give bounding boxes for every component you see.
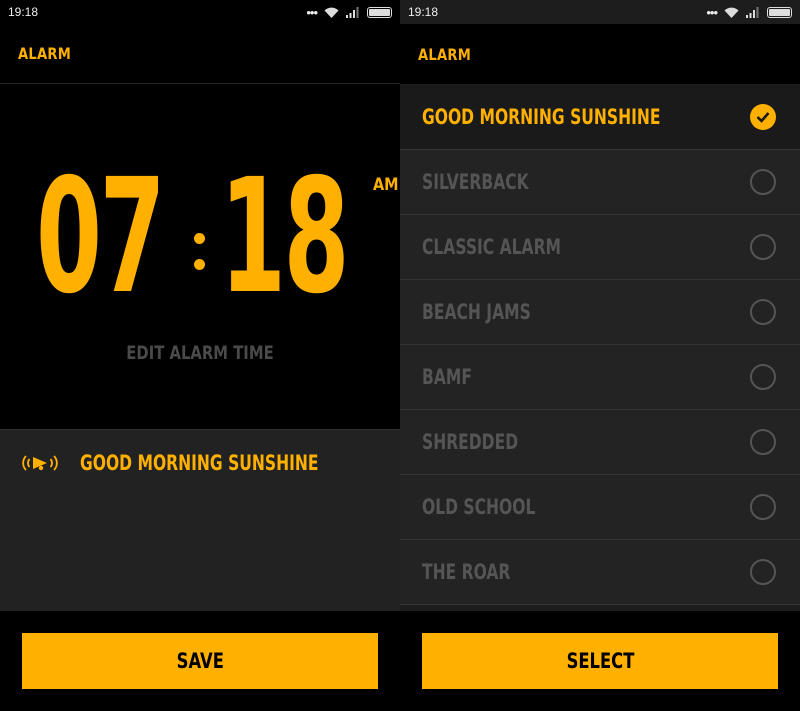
radio-unchecked-icon[interactable] <box>750 494 776 520</box>
radio-unchecked-icon[interactable] <box>750 429 776 455</box>
radio-unchecked-icon[interactable] <box>750 299 776 325</box>
battery-icon <box>767 6 792 18</box>
save-button[interactable]: SAVE <box>22 633 378 689</box>
ringtone-label: GOOD MORNING SUNSHINE <box>422 105 661 129</box>
status-bar: 19:18 ••• <box>400 0 800 24</box>
ringtone-label: BAMF <box>422 365 472 389</box>
ringtone-item-silverback[interactable]: SILVERBACK <box>400 150 800 215</box>
ringtone-bell-icon <box>20 451 60 475</box>
am-pm-indicator[interactable]: AM <box>373 175 399 195</box>
ringtone-item-beach-jams[interactable]: BEACH JAMS <box>400 280 800 345</box>
alarm-minutes[interactable]: 18 <box>220 158 350 316</box>
app-header: ALARM <box>400 24 800 84</box>
edit-alarm-time-link[interactable]: EDIT ALARM TIME <box>44 342 356 364</box>
wifi-icon <box>324 7 339 18</box>
status-icons: ••• <box>306 6 392 19</box>
ringtone-item-the-roar[interactable]: THE ROAR <box>400 540 800 605</box>
ringtone-list: GOOD MORNING SUNSHINE SILVERBACK CLASSIC… <box>400 85 800 611</box>
app-header: ALARM <box>0 24 400 84</box>
wifi-icon <box>724 7 739 18</box>
save-button-label: SAVE <box>176 649 224 673</box>
ringtone-item-classic-alarm[interactable]: CLASSIC ALARM <box>400 215 800 280</box>
ringtone-select-screen: 19:18 ••• ALARM GOOD MORNING SUNSHINE SI… <box>400 0 800 711</box>
colon-bottom-dot <box>194 259 205 270</box>
colon-top-dot <box>194 233 205 244</box>
app-screens: 19:18 ••• ALARM 07 18 AM EDIT ALARM TIME <box>0 0 800 711</box>
selected-sound-label: GOOD MORNING SUNSHINE <box>80 451 319 475</box>
radio-unchecked-icon[interactable] <box>750 234 776 260</box>
page-title: ALARM <box>418 44 472 64</box>
select-button-label: SELECT <box>566 649 634 673</box>
page-title: ALARM <box>18 44 72 63</box>
radio-unchecked-icon[interactable] <box>750 169 776 195</box>
ringtone-label: BEACH JAMS <box>422 300 531 324</box>
alarm-edit-screen: 19:18 ••• ALARM 07 18 AM EDIT ALARM TIME <box>0 0 400 711</box>
ringtone-label: SILVERBACK <box>422 170 529 194</box>
signal-icon <box>746 6 759 18</box>
alarm-hours[interactable]: 07 <box>36 158 166 316</box>
more-notifications-icon: ••• <box>306 4 318 20</box>
ringtone-label: THE ROAR <box>422 560 511 584</box>
radio-unchecked-icon[interactable] <box>750 364 776 390</box>
status-time: 19:18 <box>8 5 39 19</box>
alarm-sound-panel: GOOD MORNING SUNSHINE <box>0 429 400 611</box>
alarm-sound-row[interactable]: GOOD MORNING SUNSHINE <box>0 430 400 496</box>
status-time: 19:18 <box>408 5 439 19</box>
signal-icon <box>346 6 359 18</box>
select-button-bar: SELECT <box>400 611 800 711</box>
radio-unchecked-icon[interactable] <box>750 559 776 585</box>
ringtone-item-shredded[interactable]: SHREDDED <box>400 410 800 475</box>
ringtone-item-bamf[interactable]: BAMF <box>400 345 800 410</box>
status-bar: 19:18 ••• <box>0 0 400 24</box>
more-notifications-icon: ••• <box>706 4 718 20</box>
ringtone-label: CLASSIC ALARM <box>422 235 562 259</box>
checkmark-icon[interactable] <box>750 104 776 130</box>
battery-icon <box>367 6 392 18</box>
save-button-bar: SAVE <box>0 611 400 711</box>
ringtone-item-good-morning-sunshine[interactable]: GOOD MORNING SUNSHINE <box>400 85 800 150</box>
select-button[interactable]: SELECT <box>422 633 778 689</box>
ringtone-item-old-school[interactable]: OLD SCHOOL <box>400 475 800 540</box>
status-icons: ••• <box>706 6 792 19</box>
alarm-time-display[interactable]: 07 18 <box>0 158 400 330</box>
ringtone-label: SHREDDED <box>422 430 519 454</box>
ringtone-label: OLD SCHOOL <box>422 495 536 519</box>
